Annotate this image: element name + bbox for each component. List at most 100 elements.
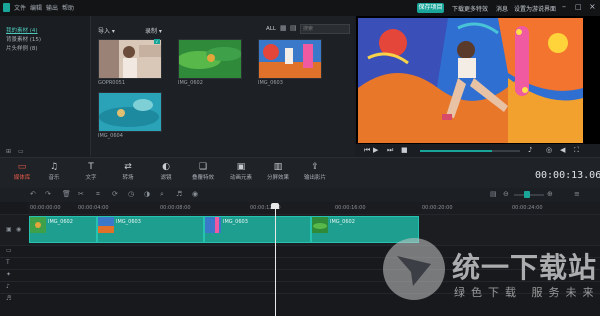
stop-icon[interactable]: ■ xyxy=(401,146,408,154)
text-icon: T xyxy=(88,162,94,172)
media-thumb-img0603[interactable] xyxy=(258,39,322,79)
effect-track-icon[interactable]: ✦ xyxy=(6,271,11,278)
clip-name: IMG_0603 xyxy=(223,219,248,225)
media-check-icon: ✓ xyxy=(154,39,160,44)
delete-icon[interactable]: 🗑 xyxy=(62,190,71,198)
undo-icon[interactable]: ↶ xyxy=(30,190,36,198)
render-icon[interactable]: ▤ xyxy=(490,190,497,198)
close-icon[interactable]: × xyxy=(589,2,596,11)
menu-edit[interactable]: 编辑 xyxy=(30,3,42,12)
volume-icon[interactable]: ◀ xyxy=(560,146,565,154)
clip-thumbnail xyxy=(98,217,114,233)
microphone-icon[interactable]: ♪ xyxy=(528,146,532,154)
audio-icon[interactable]: ♬ xyxy=(176,190,182,198)
watermark-arrow-icon xyxy=(397,256,431,286)
filter-all[interactable]: ALL xyxy=(266,26,276,32)
media-label: IMG_0604 xyxy=(98,133,123,139)
record-dropdown[interactable]: 录制 ▾ xyxy=(145,26,162,35)
maximize-icon[interactable]: □ xyxy=(575,3,582,11)
next-frame-icon[interactable]: ⏭ xyxy=(387,146,393,155)
redo-icon[interactable]: ↷ xyxy=(45,190,51,198)
timeline-clip[interactable]: IMG_0603 xyxy=(97,216,204,243)
cut-icon[interactable]: ✂ xyxy=(78,190,84,198)
media-thumb-img0602[interactable] xyxy=(178,39,242,79)
import-dropdown[interactable]: 导入 ▾ xyxy=(98,26,115,35)
green-leaf-thumb xyxy=(179,40,241,78)
sidebar-item-backgrounds[interactable]: 背景素材 (15) xyxy=(6,35,41,43)
preview-progress xyxy=(420,150,492,152)
download-effects-button[interactable]: 下载更多特效 xyxy=(452,4,488,13)
crop-icon[interactable]: ⌗ xyxy=(96,190,100,199)
export-icon: ⇪ xyxy=(311,162,319,172)
split-icon: ▥ xyxy=(273,162,283,172)
video-track-icon[interactable]: ▣ xyxy=(6,226,12,233)
folder-icon[interactable]: ▭ xyxy=(18,148,24,155)
search-input[interactable] xyxy=(300,24,350,34)
media-thumb-gopr0051[interactable] xyxy=(98,39,162,79)
fullscreen-icon[interactable]: ⛶ xyxy=(574,146,579,155)
record-voice-icon[interactable]: ◉ xyxy=(192,190,198,198)
menu-help[interactable]: 帮助 xyxy=(62,3,74,12)
tool-filter[interactable]: ◐ 滤镜 xyxy=(149,162,183,181)
media-thumb-img0604[interactable] xyxy=(98,92,162,132)
track-eye-icon[interactable]: ◉ xyxy=(16,226,21,233)
list-view-icon[interactable]: ▤ xyxy=(290,24,297,32)
tool-text[interactable]: T 文字 xyxy=(74,162,108,181)
messages-button[interactable]: 消息 xyxy=(496,4,508,13)
menu-icon[interactable]: ≡ xyxy=(574,190,580,198)
tool-transition[interactable]: ⇄ 转场 xyxy=(111,162,145,181)
ruler-tick-label: 00:00:16:00 xyxy=(335,205,366,211)
zoom-in-icon[interactable]: ⊕ xyxy=(547,190,553,198)
zoom-out-icon[interactable]: ⊖ xyxy=(503,190,509,198)
snapshot-icon[interactable]: ◎ xyxy=(546,146,552,154)
watermark-title: 统一下载站 xyxy=(452,251,598,284)
filter-icon: ◐ xyxy=(162,162,170,172)
ruler-tick-label: 00:00:04:00 xyxy=(78,205,109,211)
tool-overlay[interactable]: ❑ 叠覆特效 xyxy=(186,162,220,181)
add-folder-icon[interactable]: ⊞ xyxy=(6,148,11,155)
preview-image xyxy=(358,18,583,143)
animation-icon: ▣ xyxy=(236,162,246,172)
color-icon[interactable]: ◑ xyxy=(144,190,150,198)
zoom-tool-icon[interactable]: ⌕ xyxy=(160,190,164,199)
woman-photo-thumb xyxy=(99,40,161,78)
music-track-icon[interactable]: ♪ xyxy=(6,283,10,290)
ruler-tick-label: 00:00:08:00 xyxy=(160,205,191,211)
text-track-icon[interactable]: T xyxy=(6,259,10,266)
app-logo-icon xyxy=(3,3,10,12)
transition-icon: ⇄ xyxy=(124,162,132,172)
timeline-clip[interactable]: IMG_0602 xyxy=(29,216,97,243)
overlay-icon: ❑ xyxy=(198,162,208,172)
media-label: GOPR0051 xyxy=(98,80,126,86)
tool-music[interactable]: ♫ 音乐 xyxy=(37,162,71,181)
rotate-icon[interactable]: ⟳ xyxy=(112,190,118,198)
tool-media[interactable]: ▭ 媒体库 xyxy=(5,162,39,181)
zoom-slider-handle[interactable] xyxy=(524,191,530,198)
timeline-clip[interactable]: IMG_0603 xyxy=(204,216,311,243)
title-bar xyxy=(0,0,600,16)
settings-button[interactable]: 设置为游说界面 xyxy=(514,4,556,13)
ruler-tick-label: 00:00:20:00 xyxy=(422,205,453,211)
tool-split-screen[interactable]: ▥ 分屏效果 xyxy=(261,162,295,181)
sidebar-item-intro-samples[interactable]: 片头样例 (8) xyxy=(6,44,38,52)
clip-name: IMG_0602 xyxy=(330,219,355,225)
clip-name: IMG_0603 xyxy=(116,219,141,225)
media-label: IMG_0602 xyxy=(178,80,203,86)
sidebar-item-my-media[interactable]: 我的素材 (4) xyxy=(6,26,38,34)
music-icon: ♫ xyxy=(49,162,59,172)
pip-track-icon[interactable]: ▭ xyxy=(6,247,12,254)
tool-export[interactable]: ⇪ 输出影片 xyxy=(298,162,332,181)
menu-output[interactable]: 输出 xyxy=(46,3,58,12)
save-project-button[interactable]: 保存项目 xyxy=(417,3,444,13)
clip-thumbnail xyxy=(30,217,46,233)
minimize-icon[interactable]: – xyxy=(562,2,566,11)
speed-icon[interactable]: ◷ xyxy=(128,190,134,198)
tool-animation[interactable]: ▣ 动画元素 xyxy=(224,162,258,181)
playhead[interactable] xyxy=(275,206,276,316)
menu-file[interactable]: 文件 xyxy=(14,3,26,12)
previous-frame-icon[interactable]: ⏮ xyxy=(364,146,370,155)
audio-track-icon[interactable]: ♬ xyxy=(6,295,11,302)
play-icon[interactable]: ▶ xyxy=(373,146,378,154)
grid-view-icon[interactable]: ▦ xyxy=(280,24,287,32)
preview-frame xyxy=(358,18,583,143)
